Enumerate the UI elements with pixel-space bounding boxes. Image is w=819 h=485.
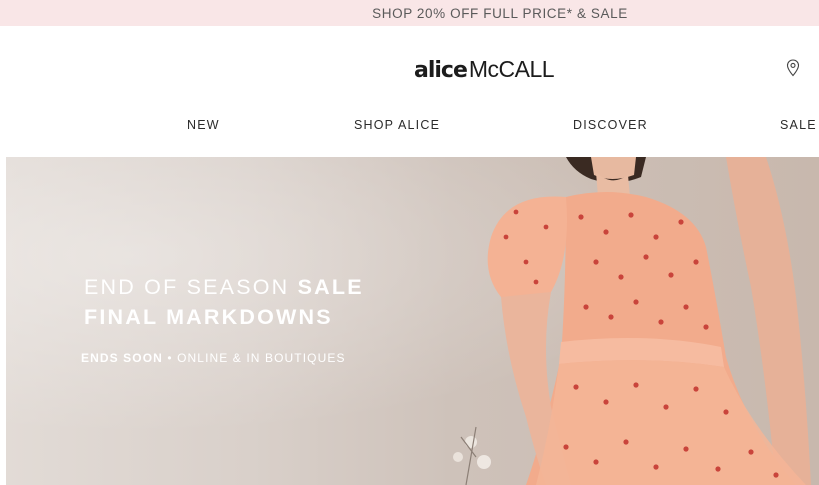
announcement-link[interactable]: SHOP 20% OFF FULL PRICE* & SALE: [0, 6, 819, 21]
logo-part-alice: alice: [414, 58, 468, 83]
hero-caption-separator: •: [162, 351, 178, 365]
main-nav: NEW SHOP ALICE DISCOVER SALE: [0, 118, 819, 138]
nav-item-shop-alice[interactable]: SHOP ALICE: [354, 118, 440, 132]
hero-banner[interactable]: END OF SEASON SALE FINAL MARKDOWNS ENDS …: [6, 157, 819, 485]
hero-caption-bold: ENDS SOON: [81, 351, 163, 365]
site-header: alice McCALL NEW SHOP ALICE DISCOVER SAL…: [0, 26, 819, 156]
logo-part-mccall: McCALL: [468, 56, 555, 82]
hero-text-block: END OF SEASON SALE FINAL MARKDOWNS ENDS …: [6, 157, 456, 485]
brand-logo[interactable]: alice McCALL: [414, 56, 555, 84]
nav-item-new[interactable]: NEW: [187, 118, 220, 132]
nav-item-sale[interactable]: SALE: [780, 118, 817, 132]
hero-subheadline: FINAL MARKDOWNS: [84, 305, 333, 329]
hero-caption: ENDS SOON • ONLINE & IN BOUTIQUES: [81, 351, 346, 365]
hero-headline-regular: END OF SEASON: [84, 275, 298, 299]
hero-caption-regular: ONLINE & IN BOUTIQUES: [177, 351, 346, 365]
hero-headline-bold: SALE: [297, 275, 364, 299]
nav-item-discover[interactable]: DISCOVER: [573, 118, 648, 132]
hero-headline: END OF SEASON SALE: [84, 275, 364, 300]
announcement-bar: SHOP 20% OFF FULL PRICE* & SALE: [0, 0, 819, 26]
map-pin-icon[interactable]: [786, 59, 800, 77]
